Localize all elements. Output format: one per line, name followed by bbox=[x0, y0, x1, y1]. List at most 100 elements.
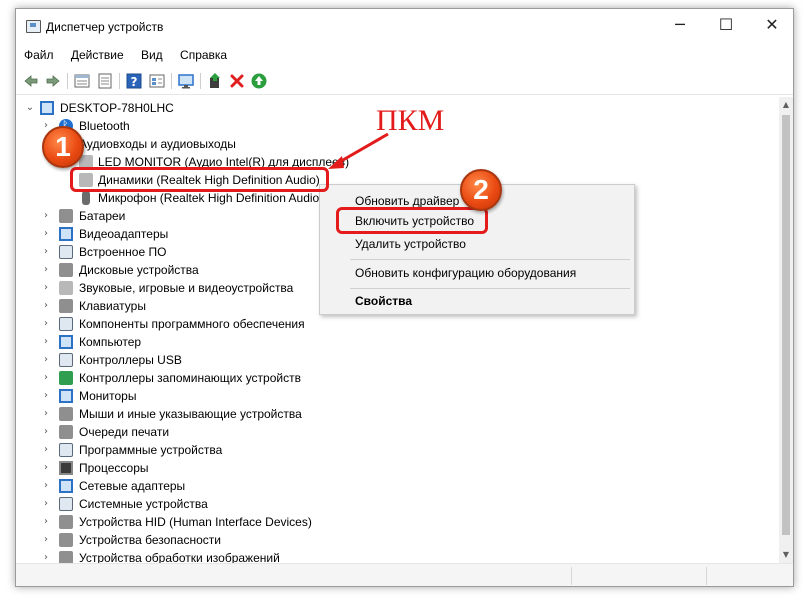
menu-bar: Файл Действие Вид Справка bbox=[16, 45, 793, 67]
category-label: Мониторы bbox=[79, 389, 137, 403]
tree-category[interactable]: › Контроллеры запоминающих устройств bbox=[16, 369, 316, 387]
tree-category[interactable]: › Процессоры bbox=[16, 459, 316, 477]
tree-category[interactable]: › Звуковые, игровые и видеоустройства bbox=[16, 279, 316, 297]
scroll-down-icon[interactable]: ▼ bbox=[779, 547, 793, 563]
menu-separator bbox=[350, 259, 630, 260]
expand-arrow-icon[interactable]: › bbox=[41, 261, 51, 279]
tree-category[interactable]: › Батареи bbox=[16, 207, 316, 225]
display-adapter-icon bbox=[59, 227, 73, 241]
step-1-badge: 1 bbox=[42, 126, 84, 168]
menu-item-scan-hardware[interactable]: Обновить конфигурацию оборудования bbox=[355, 263, 576, 283]
sound-icon bbox=[59, 281, 73, 295]
expand-arrow-icon[interactable]: › bbox=[41, 549, 51, 563]
tree-category[interactable]: › Клавиатуры bbox=[16, 297, 316, 315]
step-2-badge: 2 bbox=[460, 169, 502, 211]
status-separator bbox=[571, 567, 572, 585]
tree-category[interactable]: › Очереди печати bbox=[16, 423, 316, 441]
enable-device-icon[interactable] bbox=[250, 72, 268, 90]
expand-arrow-icon[interactable]: › bbox=[41, 405, 51, 423]
close-button[interactable]: ✕ bbox=[749, 9, 793, 41]
collapse-arrow-icon[interactable]: ⌄ bbox=[25, 99, 35, 117]
expand-arrow-icon[interactable]: › bbox=[41, 477, 51, 495]
expand-arrow-icon[interactable]: › bbox=[41, 207, 51, 225]
tree-category[interactable]: › Программные устройства bbox=[16, 441, 316, 459]
tree-root[interactable]: ⌄ DESKTOP-78H0LHC bbox=[16, 99, 316, 117]
menu-action[interactable]: Действие bbox=[65, 45, 130, 65]
category-label: Мыши и иные указывающие устройства bbox=[79, 407, 302, 421]
computer-icon bbox=[59, 335, 73, 349]
menu-item-uninstall-device[interactable]: Удалить устройство bbox=[355, 234, 466, 254]
tree-category[interactable]: › Устройства безопасности bbox=[16, 531, 316, 549]
expand-arrow-icon[interactable]: › bbox=[41, 459, 51, 477]
expand-arrow-icon[interactable]: › bbox=[41, 351, 51, 369]
properties-icon[interactable] bbox=[73, 72, 91, 90]
menu-view[interactable]: Вид bbox=[135, 45, 169, 65]
scroll-up-icon[interactable]: ▲ bbox=[779, 97, 793, 113]
system-device-icon bbox=[59, 497, 73, 511]
back-arrow-icon[interactable] bbox=[22, 72, 40, 90]
tree-category[interactable]: › Встроенное ПО bbox=[16, 243, 316, 261]
storage-controller-icon bbox=[59, 371, 73, 385]
expand-arrow-icon[interactable]: › bbox=[41, 513, 51, 531]
processor-icon bbox=[59, 461, 73, 475]
menu-help[interactable]: Справка bbox=[174, 45, 233, 65]
status-bar bbox=[16, 563, 793, 586]
tree-category[interactable]: › Контроллеры USB bbox=[16, 351, 316, 369]
computer-root-icon bbox=[40, 101, 54, 115]
category-label: Устройства обработки изображений bbox=[79, 551, 280, 563]
hid-icon bbox=[59, 515, 73, 529]
expand-arrow-icon[interactable]: › bbox=[41, 495, 51, 513]
menu-item-properties[interactable]: Свойства bbox=[355, 291, 412, 311]
maximize-button[interactable]: ☐ bbox=[703, 9, 749, 41]
network-icon bbox=[59, 479, 73, 493]
expand-arrow-icon[interactable]: › bbox=[41, 243, 51, 261]
battery-icon bbox=[59, 209, 73, 223]
tree-category[interactable]: › Видеоадаптеры bbox=[16, 225, 316, 243]
tree-category[interactable]: › Устройства обработки изображений bbox=[16, 549, 316, 563]
expand-arrow-icon[interactable]: › bbox=[41, 369, 51, 387]
scroll-thumb[interactable] bbox=[782, 115, 790, 535]
vertical-scrollbar[interactable]: ▲ ▼ bbox=[779, 97, 793, 563]
microphone-icon bbox=[82, 191, 90, 205]
tree-category[interactable]: › Мыши и иные указывающие устройства bbox=[16, 405, 316, 423]
window-title: Диспетчер устройств bbox=[46, 20, 164, 34]
expand-arrow-icon[interactable]: › bbox=[41, 315, 51, 333]
expand-arrow-icon[interactable]: › bbox=[41, 333, 51, 351]
expand-arrow-icon[interactable]: › bbox=[41, 441, 51, 459]
minimize-button[interactable]: ─ bbox=[657, 9, 703, 41]
scan-monitor-icon[interactable] bbox=[177, 72, 195, 90]
expand-arrow-icon[interactable]: › bbox=[41, 387, 51, 405]
category-label: Клавиатуры bbox=[79, 299, 146, 313]
category-label: Контроллеры USB bbox=[79, 353, 182, 367]
menu-file[interactable]: Файл bbox=[18, 45, 60, 65]
tree-category[interactable]: › Сетевые адаптеры bbox=[16, 477, 316, 495]
tree-category[interactable]: › Устройства HID (Human Interface Devices… bbox=[16, 513, 336, 531]
update-driver-icon[interactable] bbox=[206, 72, 224, 90]
category-label: Программные устройства bbox=[79, 443, 223, 457]
expand-arrow-icon[interactable]: › bbox=[41, 225, 51, 243]
list-details-icon[interactable] bbox=[148, 72, 166, 90]
software-component-icon bbox=[59, 317, 73, 331]
toolbar-separator bbox=[200, 73, 201, 89]
category-label: Аудиовходы и аудиовыходы bbox=[79, 137, 236, 151]
tree-category[interactable]: › Системные устройства bbox=[16, 495, 316, 513]
expand-arrow-icon[interactable]: › bbox=[41, 423, 51, 441]
tree-category[interactable]: › Дисковые устройства bbox=[16, 261, 316, 279]
category-label: Bluetooth bbox=[79, 119, 130, 133]
expand-arrow-icon[interactable]: › bbox=[41, 531, 51, 549]
list-view-icon[interactable] bbox=[96, 72, 114, 90]
category-label: Системные устройства bbox=[79, 497, 208, 511]
expand-arrow-icon[interactable]: › bbox=[41, 297, 51, 315]
category-label: Сетевые адаптеры bbox=[79, 479, 186, 493]
tree-category[interactable]: › Мониторы bbox=[16, 387, 316, 405]
category-label: Видеоадаптеры bbox=[79, 227, 169, 241]
keyboard-icon bbox=[59, 299, 73, 313]
category-label: Очереди печати bbox=[79, 425, 170, 439]
forward-arrow-icon[interactable] bbox=[44, 72, 62, 90]
tree-category[interactable]: › Компоненты программного обеспечения bbox=[16, 315, 316, 333]
expand-arrow-icon[interactable]: › bbox=[41, 279, 51, 297]
help-icon[interactable]: ? bbox=[125, 72, 143, 90]
remove-device-icon[interactable] bbox=[228, 72, 246, 90]
tree-category[interactable]: › Компьютер bbox=[16, 333, 316, 351]
pkm-arrow-icon bbox=[328, 132, 389, 169]
